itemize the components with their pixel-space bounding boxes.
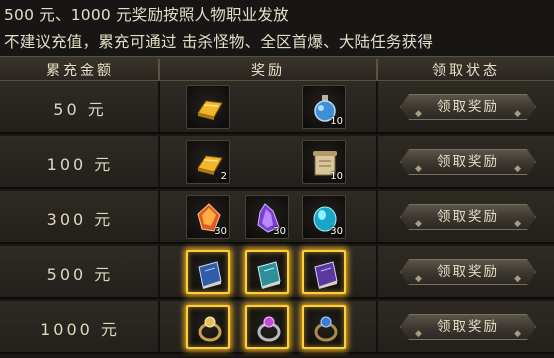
ornament-right-icon: ◆ bbox=[514, 109, 521, 119]
column-divider bbox=[376, 301, 378, 352]
column-divider bbox=[376, 81, 378, 132]
ornament-left-icon: ◆ bbox=[415, 109, 422, 119]
table-header: 累充金额 奖励 领取状态 bbox=[0, 56, 554, 81]
reward-slot[interactable]: 2 bbox=[186, 140, 230, 184]
item-count: 2 bbox=[220, 171, 227, 182]
claim-reward-label: 领取奖励 bbox=[437, 319, 499, 335]
claim-reward-label: 领取奖励 bbox=[437, 99, 499, 115]
reward-slot[interactable]: 30 bbox=[245, 195, 289, 239]
header-claim-status: 领取状态 bbox=[432, 63, 500, 79]
reward-slot[interactable]: 10 bbox=[302, 85, 346, 129]
reward-slot[interactable] bbox=[245, 305, 289, 349]
column-divider bbox=[376, 191, 378, 242]
table-row: 100 元 2 10 ◆ 领取奖励 ◆ bbox=[0, 136, 554, 189]
item-count: 30 bbox=[330, 226, 343, 237]
column-divider bbox=[158, 136, 160, 187]
ornament-right-icon: ◆ bbox=[514, 329, 521, 339]
column-divider bbox=[158, 191, 160, 242]
reward-slot[interactable] bbox=[245, 250, 289, 294]
claim-reward-button[interactable]: ◆ 领取奖励 ◆ bbox=[400, 314, 536, 340]
reward-slot[interactable] bbox=[186, 305, 230, 349]
recharge-amount: 1000 元 bbox=[40, 320, 120, 339]
recharge-reward-table: 累充金额 奖励 领取状态 50 元 10 ◆ 领取奖励 ◆ 100 元 2 10… bbox=[0, 56, 554, 358]
claim-reward-label: 领取奖励 bbox=[437, 264, 499, 280]
reward-slot[interactable]: 10 bbox=[302, 140, 346, 184]
blue-skill-book-icon bbox=[198, 261, 222, 289]
reward-slot[interactable] bbox=[186, 250, 230, 294]
reward-slot[interactable]: 30 bbox=[302, 195, 346, 239]
reward-slot[interactable] bbox=[186, 85, 230, 129]
column-divider bbox=[158, 301, 160, 352]
silver-ring-icon bbox=[257, 316, 281, 342]
table-row: 500 元 ◆ 领取奖励 ◆ bbox=[0, 246, 554, 299]
table-row: 50 元 10 ◆ 领取奖励 ◆ bbox=[0, 81, 554, 134]
gold-bar-icon bbox=[197, 100, 223, 120]
claim-reward-label: 领取奖励 bbox=[437, 154, 499, 170]
column-divider bbox=[158, 81, 160, 132]
claim-reward-button[interactable]: ◆ 领取奖励 ◆ bbox=[400, 149, 536, 175]
claim-reward-button[interactable]: ◆ 领取奖励 ◆ bbox=[400, 94, 536, 120]
purple-skill-book-icon bbox=[314, 261, 338, 289]
ornament-right-icon: ◆ bbox=[514, 274, 521, 284]
recharge-amount: 500 元 bbox=[46, 265, 114, 284]
reward-slot[interactable] bbox=[302, 305, 346, 349]
table-row: 1000 元 ◆ 领取奖励 ◆ bbox=[0, 301, 554, 354]
item-count: 30 bbox=[273, 226, 286, 237]
column-divider bbox=[376, 136, 378, 187]
column-divider bbox=[376, 246, 378, 297]
ornament-right-icon: ◆ bbox=[514, 219, 521, 229]
ornament-left-icon: ◆ bbox=[415, 274, 422, 284]
cyan-skill-book-icon bbox=[257, 261, 281, 289]
claim-reward-button[interactable]: ◆ 领取奖励 ◆ bbox=[400, 204, 536, 230]
notice-line-1: 500 元、1000 元奖励按照人物职业发放 bbox=[4, 6, 289, 24]
column-divider bbox=[158, 246, 160, 297]
ornament-left-icon: ◆ bbox=[415, 219, 422, 229]
item-count: 10 bbox=[330, 116, 343, 127]
reward-slot[interactable]: 30 bbox=[186, 195, 230, 239]
recharge-amount: 300 元 bbox=[46, 210, 114, 229]
ornament-right-icon: ◆ bbox=[514, 164, 521, 174]
item-count: 10 bbox=[330, 171, 343, 182]
recharge-amount: 100 元 bbox=[46, 155, 114, 174]
table-row: 300 元 30 30 30 ◆ 领取奖励 ◆ bbox=[0, 191, 554, 244]
blue-ring-icon bbox=[314, 316, 338, 342]
reward-slot[interactable] bbox=[302, 250, 346, 294]
item-count: 30 bbox=[214, 226, 227, 237]
recharge-amount: 50 元 bbox=[53, 100, 107, 119]
notice-panel: 500 元、1000 元奖励按照人物职业发放 不建议充值，累充可通过 击杀怪物、… bbox=[0, 0, 554, 56]
claim-reward-button[interactable]: ◆ 领取奖励 ◆ bbox=[400, 259, 536, 285]
header-rewards: 奖励 bbox=[251, 63, 285, 79]
ornament-left-icon: ◆ bbox=[415, 329, 422, 339]
ornament-left-icon: ◆ bbox=[415, 164, 422, 174]
claim-reward-label: 领取奖励 bbox=[437, 209, 499, 225]
gold-ring-icon bbox=[198, 316, 222, 342]
notice-line-2: 不建议充值，累充可通过 击杀怪物、全区首爆、大陆任务获得 bbox=[4, 33, 434, 51]
header-recharge-amount: 累充金额 bbox=[46, 63, 114, 79]
